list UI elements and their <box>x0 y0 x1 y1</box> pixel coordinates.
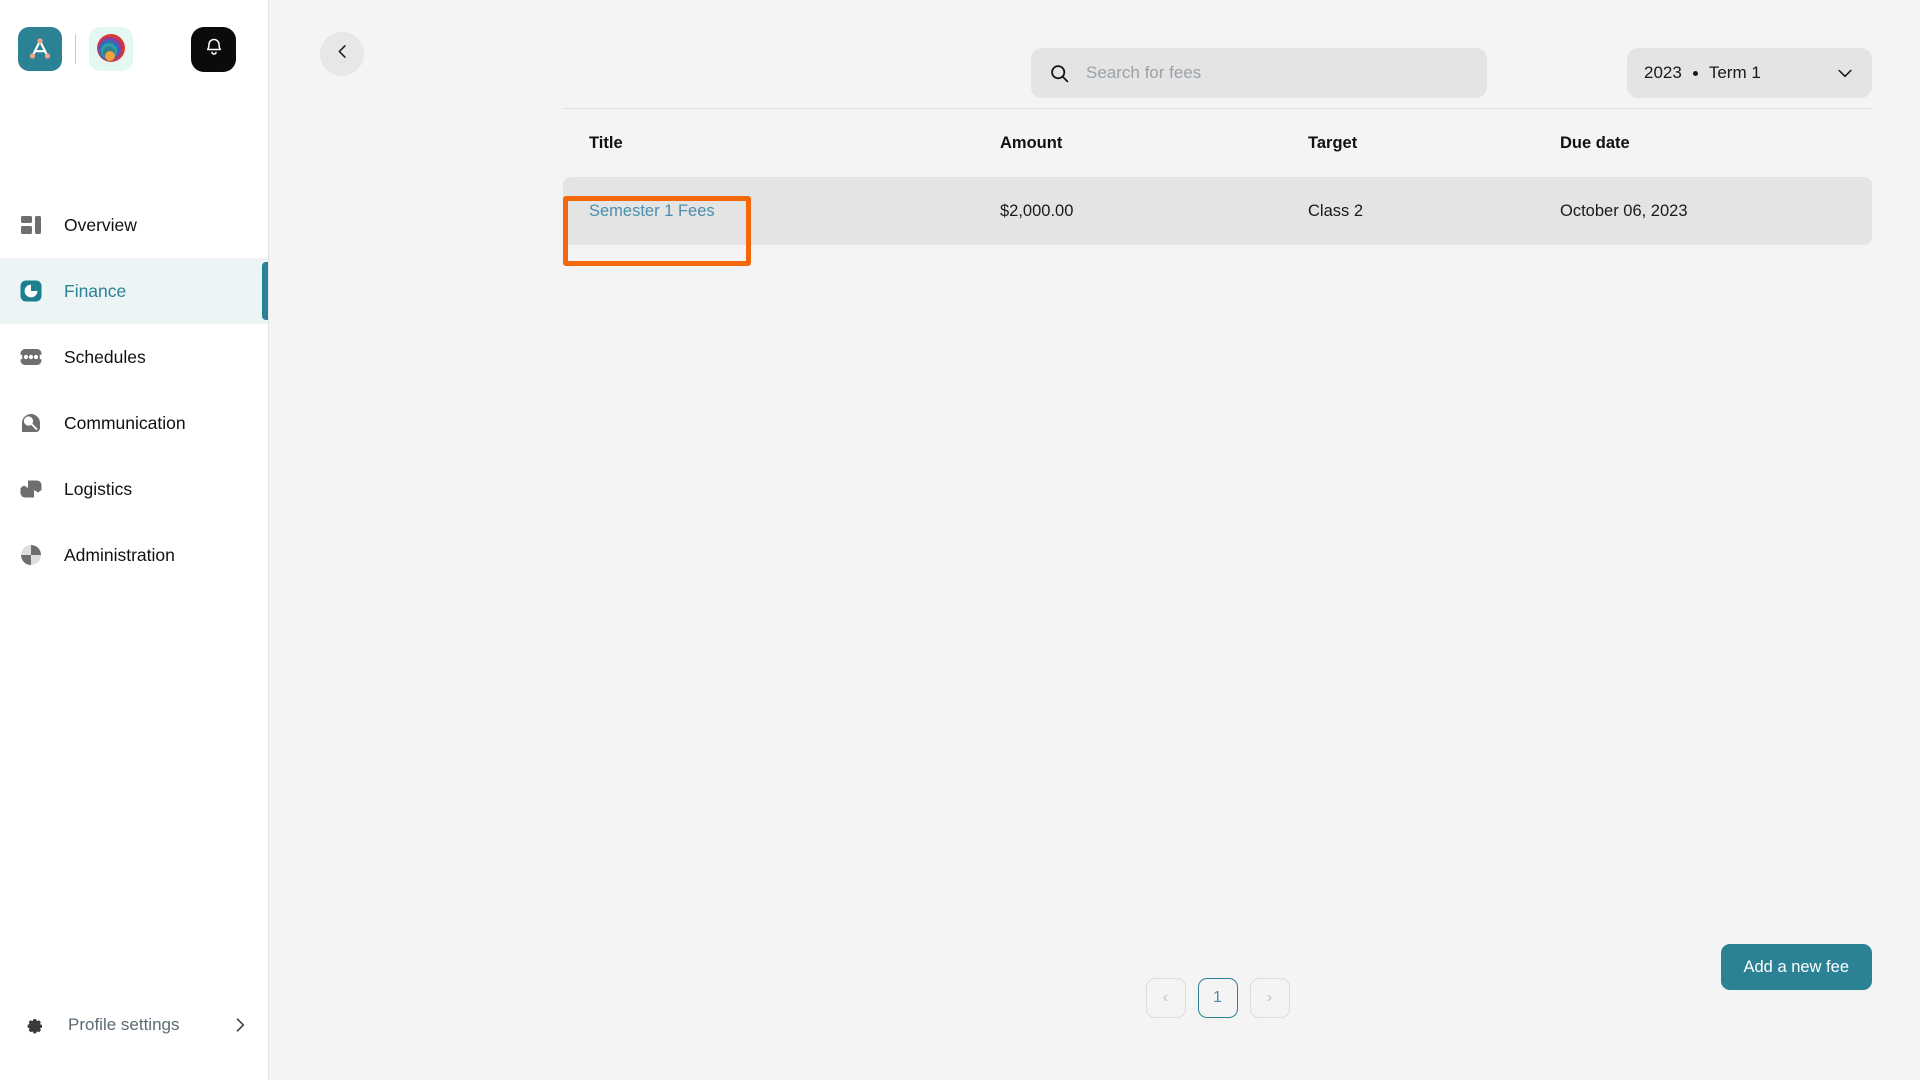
cell-due-date: October 06, 2023 <box>1560 201 1688 220</box>
cell-title: Semester 1 Fees <box>563 202 1000 221</box>
rainbow-emblem-icon[interactable] <box>89 27 133 71</box>
sidebar-item-finance[interactable]: Finance <box>0 258 268 324</box>
column-header-amount: Amount <box>1000 133 1063 152</box>
sidebar-item-label: Overview <box>64 214 137 235</box>
brand-divider <box>75 34 76 64</box>
search-icon <box>1049 63 1070 84</box>
term-separator-dot <box>1692 70 1698 76</box>
sidebar-item-overview[interactable]: Overview <box>0 192 268 258</box>
bell-icon <box>204 37 224 62</box>
pagination-prev-button[interactable]: ‹ <box>1145 978 1186 1018</box>
schedules-icon <box>18 344 44 370</box>
add-new-fee-button[interactable]: Add a new fee <box>1720 944 1872 990</box>
brand-row <box>0 0 268 76</box>
sidebar-item-label: Communication <box>64 412 186 433</box>
overview-icon <box>18 212 44 238</box>
sidebar: Overview Finance Schedules Communication… <box>0 0 269 1080</box>
profile-settings-label: Profile settings <box>68 1015 180 1034</box>
column-header-target: Target <box>1308 133 1358 152</box>
chevron-right-icon <box>230 1015 250 1035</box>
logistics-box-icon <box>18 476 44 502</box>
sidebar-nav: Overview Finance Schedules Communication… <box>0 192 268 588</box>
search-input[interactable] <box>1086 63 1469 83</box>
column-header-due-date: Due date <box>1560 133 1630 152</box>
table-header-row: Title Amount Target Due date <box>563 109 1872 177</box>
term-selector-value: 2023 Term 1 <box>1644 63 1761 83</box>
notifications-button[interactable] <box>191 26 236 72</box>
sidebar-item-label: Administration <box>64 544 175 565</box>
column-header-title: Title <box>589 133 623 152</box>
back-button[interactable] <box>320 32 364 76</box>
pagination-page-1[interactable]: 1 <box>1197 978 1238 1018</box>
table-row[interactable]: Semester 1 Fees $2,000.00 Class 2 Octobe… <box>563 177 1872 245</box>
main-content: 2023 Term 1 Title Amount Target Due date <box>269 0 1920 1080</box>
logo-a-icon[interactable] <box>18 27 62 71</box>
chevron-down-icon <box>1835 63 1855 83</box>
fee-title-link[interactable]: Semester 1 Fees <box>589 202 715 220</box>
gear-icon <box>20 1012 46 1038</box>
administration-icon <box>18 542 44 568</box>
pagination: ‹ 1 › <box>515 978 1920 1018</box>
communication-icon <box>18 410 44 436</box>
search-bar[interactable] <box>1031 48 1487 98</box>
sidebar-item-label: Finance <box>64 280 127 301</box>
app-root: Overview Finance Schedules Communication… <box>0 0 1920 1080</box>
sidebar-item-schedules[interactable]: Schedules <box>0 324 268 390</box>
sidebar-item-logistics[interactable]: Logistics <box>0 456 268 522</box>
fees-table: Title Amount Target Due date Semester 1 … <box>269 109 1920 245</box>
sidebar-item-label: Schedules <box>64 346 146 367</box>
profile-settings-button[interactable]: Profile settings <box>0 1012 268 1038</box>
sidebar-item-administration[interactable]: Administration <box>0 522 268 588</box>
term-year: 2023 <box>1644 63 1682 82</box>
term-selector[interactable]: 2023 Term 1 <box>1627 48 1872 98</box>
cell-target: Class 2 <box>1308 201 1364 220</box>
finance-pie-icon <box>18 278 44 304</box>
sidebar-item-label: Logistics <box>64 478 133 499</box>
cell-amount: $2,000.00 <box>1000 201 1074 220</box>
sidebar-item-communication[interactable]: Communication <box>0 390 268 456</box>
topbar: 2023 Term 1 <box>269 0 1920 108</box>
chevron-left-icon <box>333 42 352 66</box>
term-name: Term 1 <box>1708 63 1761 82</box>
pagination-next-button[interactable]: › <box>1249 978 1290 1018</box>
